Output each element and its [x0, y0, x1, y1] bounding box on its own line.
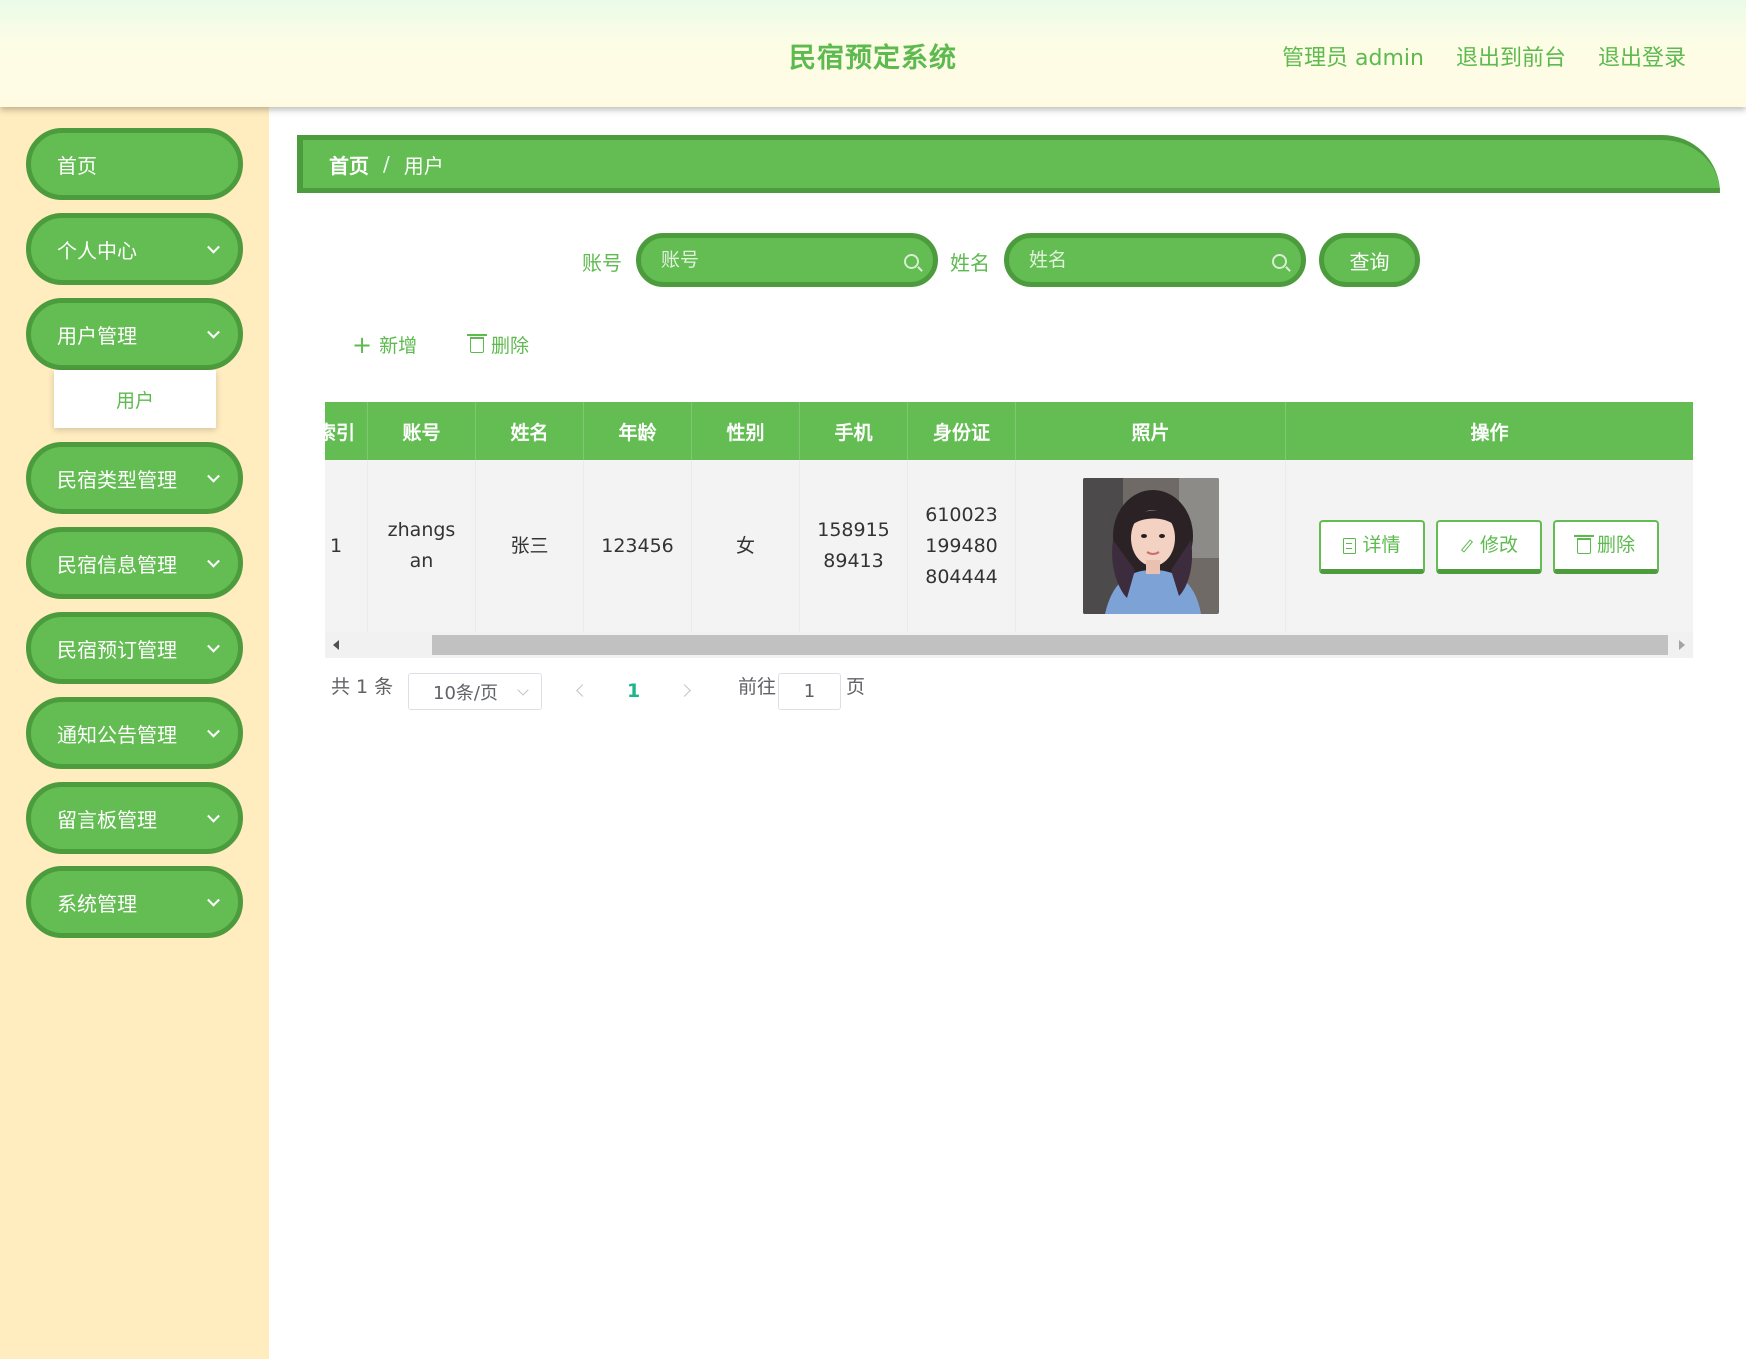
sidebar-item-home[interactable]: 首页 [26, 128, 243, 200]
sidebar-item-label: 用户管理 [57, 323, 137, 348]
cell-photo [1016, 460, 1286, 632]
goto-page-input[interactable] [778, 673, 841, 710]
account-search-label: 账号 [582, 251, 622, 275]
add-button-label: 新增 [379, 335, 418, 357]
add-button[interactable]: + 新增 [352, 331, 417, 358]
user-photo-image [1082, 478, 1219, 614]
page-number-current[interactable]: 1 [627, 680, 640, 702]
trash-icon [467, 333, 487, 353]
row-delete-button[interactable]: 删除 [1553, 520, 1659, 574]
sidebar-item-notice[interactable]: 通知公告管理 [26, 697, 243, 769]
column-header-photo: 照片 [1016, 402, 1286, 460]
breadcrumb-separator: / [383, 152, 390, 176]
horizontal-scrollbar[interactable] [325, 632, 1693, 658]
column-header-age: 年龄 [584, 402, 692, 460]
goto-label: 前往 [738, 676, 777, 698]
account-search-input[interactable] [641, 238, 933, 282]
scrollbar-thumb[interactable] [432, 635, 1668, 655]
breadcrumb: 首页 / 用户 [297, 135, 1720, 193]
sidebar-item-label: 民宿类型管理 [57, 467, 177, 492]
sidebar: 首页 个人中心 用户管理 用户 民宿类型管理 民宿信息管理 民宿预订管理 通知公… [0, 107, 269, 1359]
column-header-name: 姓名 [476, 402, 584, 460]
query-button[interactable]: 查询 [1319, 233, 1420, 287]
column-header-actions: 操作 [1470, 421, 1509, 444]
delete-button-label: 删除 [491, 335, 530, 357]
cell-index: 1 [325, 460, 368, 632]
table-row: 1 zhangsan 张三 123456 女 15891589413 61002… [325, 460, 1693, 632]
column-header-gender: 性别 [692, 402, 800, 460]
user-photo[interactable] [1082, 478, 1219, 614]
chevron-down-icon [207, 469, 220, 483]
sidebar-item-system[interactable]: 系统管理 [26, 866, 243, 938]
sidebar-item-label: 民宿信息管理 [57, 552, 177, 577]
row-delete-button-label: 删除 [1596, 534, 1635, 556]
chevron-down-icon [207, 893, 220, 907]
document-icon [1343, 537, 1357, 554]
plus-icon: + [352, 330, 373, 359]
chevron-down-icon [207, 554, 220, 568]
edit-button-label: 修改 [1479, 534, 1518, 556]
page-size-value: 10条/页 [433, 682, 498, 704]
sidebar-item-label: 民宿预订管理 [57, 637, 177, 662]
chevron-down-icon [207, 240, 220, 254]
sidebar-item-homestay-type[interactable]: 民宿类型管理 [26, 442, 243, 514]
cell-name: 张三 [476, 460, 584, 632]
exit-to-front-link[interactable]: 退出到前台 [1456, 40, 1566, 72]
cell-actions: 详情 修改 删除 [1286, 460, 1693, 632]
submenu-item-user[interactable]: 用户 [54, 370, 216, 428]
prev-page-icon[interactable] [576, 684, 589, 697]
edit-button[interactable]: 修改 [1436, 520, 1542, 574]
edit-icon [1460, 538, 1474, 553]
top-header: 民宿预定系统 管理员 admin 退出到前台 退出登录 [0, 0, 1746, 107]
cell-gender: 女 [692, 460, 800, 632]
sidebar-item-message-board[interactable]: 留言板管理 [26, 782, 243, 854]
admin-user-label[interactable]: 管理员 admin [1282, 40, 1424, 72]
sidebar-item-homestay-booking[interactable]: 民宿预订管理 [26, 612, 243, 684]
chevron-down-icon [207, 325, 220, 339]
detail-button[interactable]: 详情 [1319, 520, 1425, 574]
sidebar-item-user-management[interactable]: 用户管理 [26, 298, 243, 370]
sidebar-item-personal-center[interactable]: 个人中心 [26, 213, 243, 285]
name-search-input[interactable] [1009, 238, 1301, 282]
batch-delete-button[interactable]: 删除 [467, 331, 530, 358]
pagination-total: 共 1 条 [331, 676, 394, 698]
sidebar-item-label: 个人中心 [57, 238, 137, 263]
scroll-right-arrow-icon[interactable] [1679, 640, 1685, 650]
search-icon [1272, 254, 1287, 269]
page-size-select[interactable]: 10条/页 [408, 673, 542, 710]
column-header-account: 账号 [368, 402, 476, 460]
sidebar-item-label: 首页 [57, 153, 97, 178]
page-suffix-label: 页 [846, 676, 866, 698]
trash-icon [1573, 534, 1594, 554]
account-search-field[interactable] [636, 233, 938, 287]
sidebar-item-label: 系统管理 [57, 891, 137, 916]
breadcrumb-current: 用户 [403, 153, 444, 178]
detail-button-label: 详情 [1362, 534, 1401, 556]
cell-age: 123456 [584, 460, 692, 632]
sidebar-item-label: 通知公告管理 [57, 722, 177, 747]
search-icon [904, 254, 919, 269]
chevron-down-icon [207, 809, 220, 823]
cell-id-card: 610023199480804444 [908, 460, 1016, 632]
sidebar-item-label: 留言板管理 [57, 807, 157, 832]
name-search-field[interactable] [1004, 233, 1306, 287]
name-search-label: 姓名 [950, 251, 990, 275]
chevron-down-icon [207, 639, 220, 653]
next-page-icon[interactable] [678, 684, 691, 697]
cell-phone: 15891589413 [800, 460, 908, 632]
sidebar-item-homestay-info[interactable]: 民宿信息管理 [26, 527, 243, 599]
logout-link[interactable]: 退出登录 [1598, 40, 1686, 72]
header-links: 管理员 admin 退出到前台 退出登录 [1282, 40, 1686, 72]
breadcrumb-home[interactable]: 首页 [329, 150, 369, 179]
column-header-index: 索引 [305, 402, 368, 460]
table-header: 索引 账号 姓名 年龄 性别 手机 身份证 照片 操作 [317, 402, 1693, 460]
scroll-left-arrow-icon[interactable] [333, 640, 339, 650]
column-header-phone: 手机 [800, 402, 908, 460]
cell-account: zhangsan [368, 460, 476, 632]
chevron-down-icon [207, 724, 220, 738]
chevron-down-icon [517, 684, 529, 696]
column-header-id-card: 身份证 [908, 402, 1016, 460]
